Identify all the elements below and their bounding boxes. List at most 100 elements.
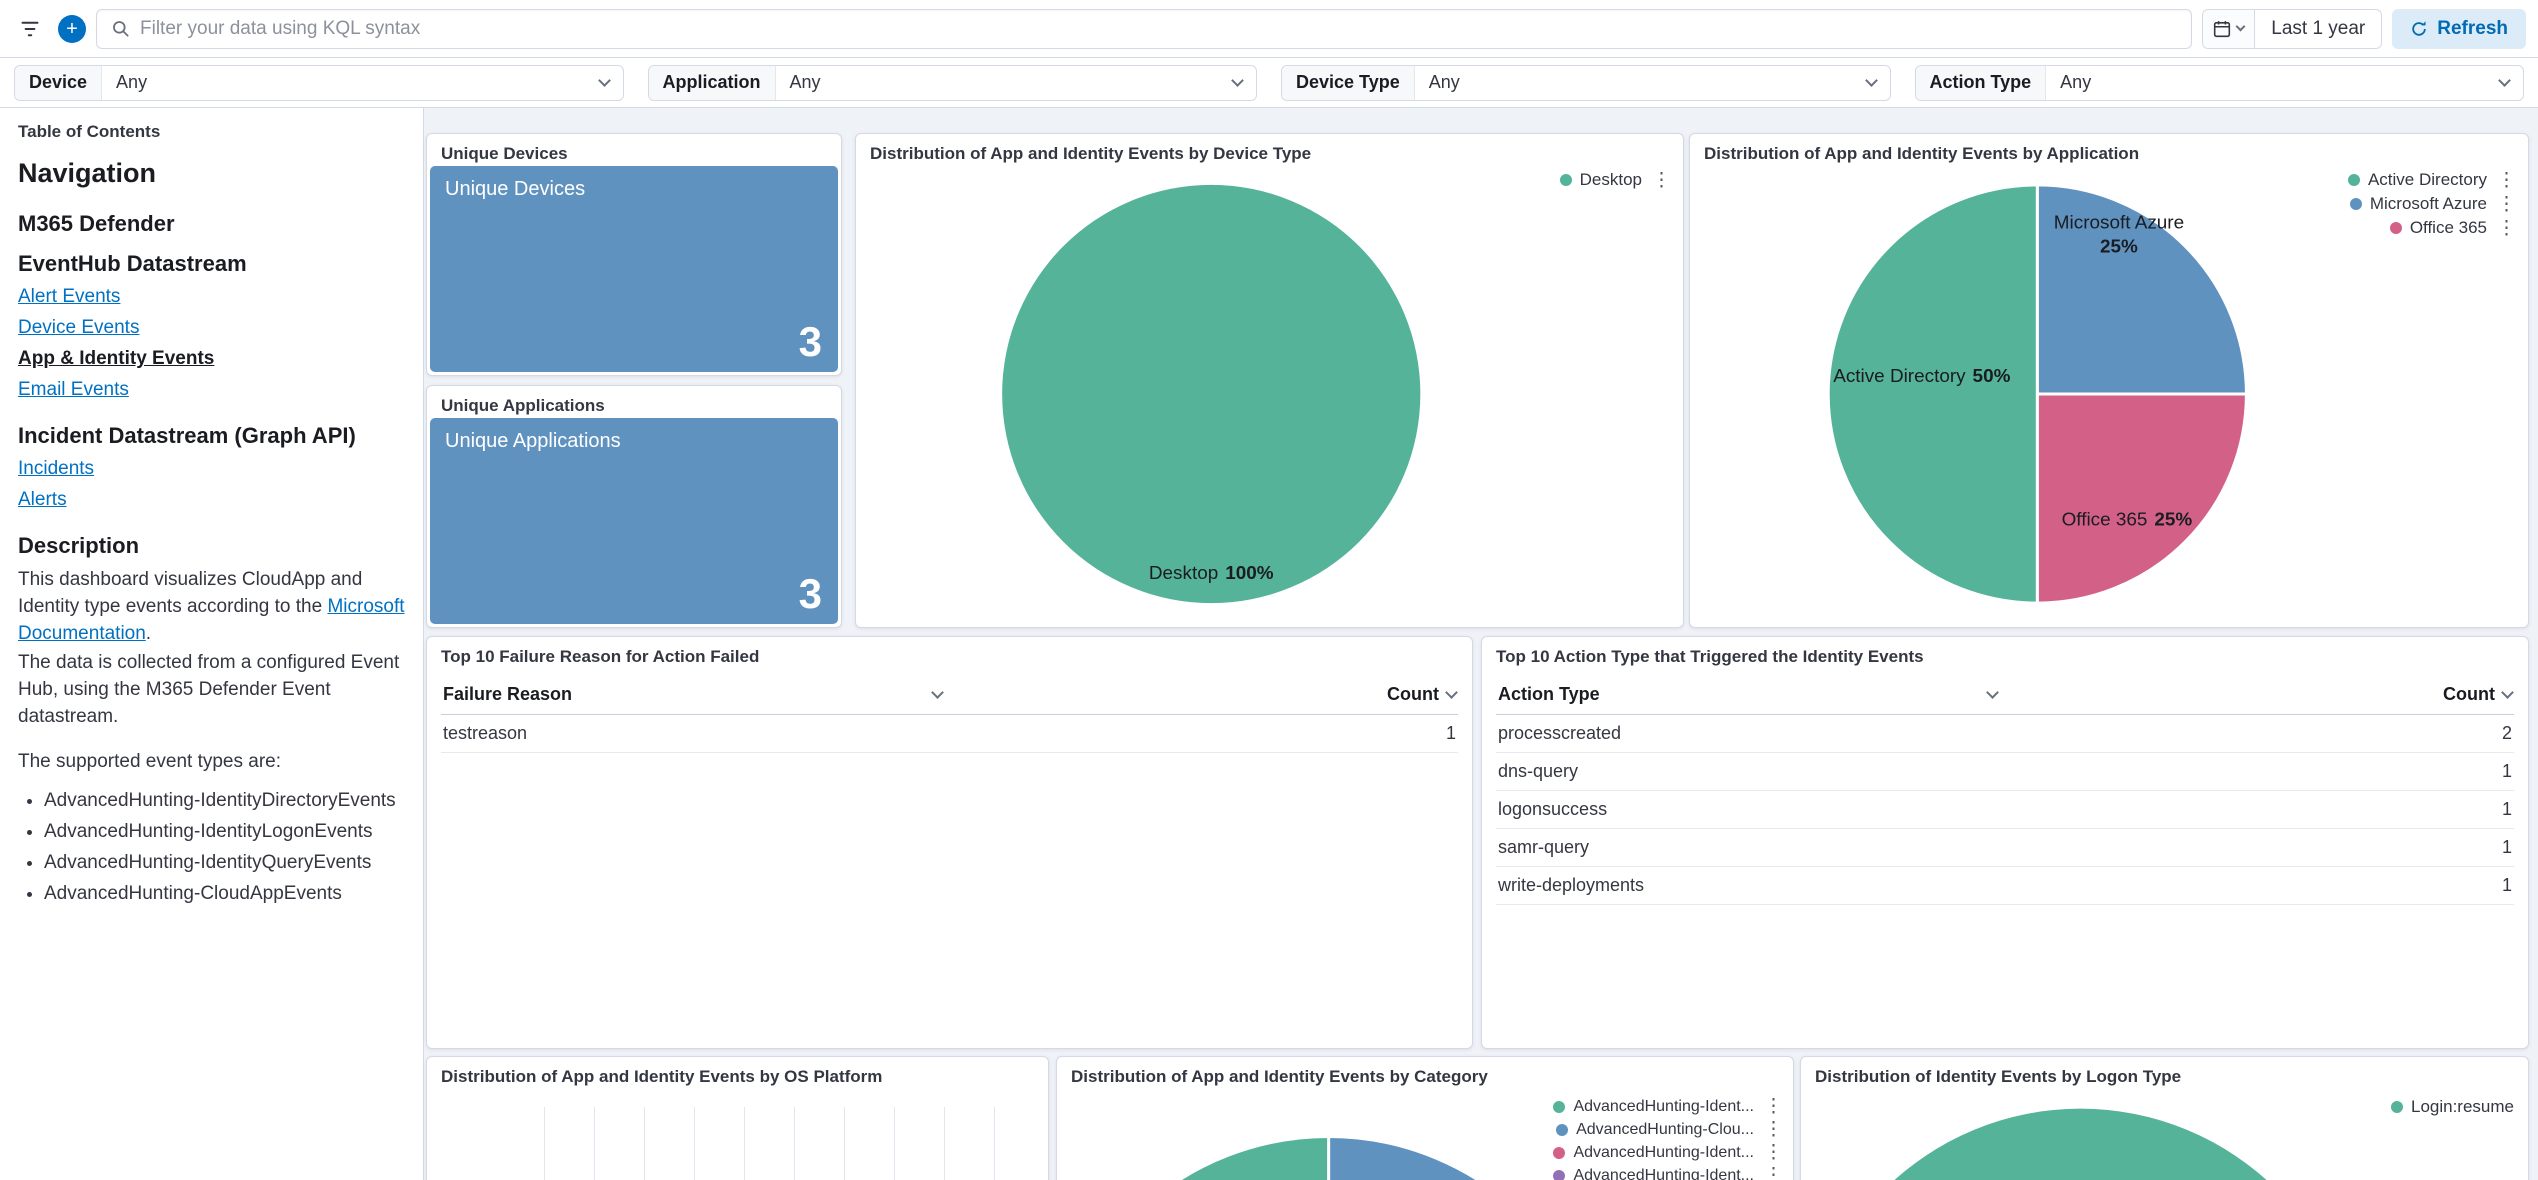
legend-color-dot xyxy=(2391,1101,2403,1113)
date-quick-select-button[interactable] xyxy=(2203,10,2255,48)
list-item: AdvancedHunting-CloudAppEvents xyxy=(44,883,405,905)
pie-label-active-directory: Active Directory50% xyxy=(1833,366,2010,387)
metric-label: Unique Applications xyxy=(445,430,621,453)
pie-slice-active-directory[interactable] xyxy=(1828,185,2037,603)
refresh-label: Refresh xyxy=(2437,18,2508,40)
refresh-button[interactable]: Refresh xyxy=(2392,9,2526,49)
control-action-type: Action Type Any xyxy=(1915,65,2525,101)
control-device-type-select[interactable]: Any xyxy=(1415,66,1890,100)
cell-action-type: logonsuccess xyxy=(1498,799,1607,820)
panel-title: Unique Devices xyxy=(427,134,841,168)
legend-item-login-resume[interactable]: Login:resume xyxy=(2391,1097,2514,1117)
control-device-type: Device Type Any xyxy=(1281,65,1891,101)
chevron-down-icon xyxy=(1231,74,1244,87)
legend-color-dot xyxy=(1553,1101,1565,1113)
eventhub-links: Alert Events Device Events App & Identit… xyxy=(18,286,405,401)
description-paragraph-3: The supported event types are: xyxy=(18,749,405,776)
add-filter-button[interactable]: + xyxy=(58,15,86,43)
device-type-pie-chart: Desktop100% xyxy=(856,164,1683,627)
control-application-select[interactable]: Any xyxy=(776,66,1257,100)
legend-label: Desktop xyxy=(1580,170,1642,190)
legend-label: AdvancedHunting-Ident... xyxy=(1573,1144,1754,1162)
time-range-label[interactable]: Last 1 year xyxy=(2255,18,2381,40)
logon-type-pie-panel: Distribution of Identity Events by Logon… xyxy=(1800,1056,2529,1180)
kebab-menu-icon[interactable]: ⋮ xyxy=(2495,195,2518,214)
description-paragraph-1: This dashboard visualizes CloudApp and I… xyxy=(18,567,405,648)
legend: AdvancedHunting-Ident... ⋮ AdvancedHunti… xyxy=(1553,1097,1785,1180)
metric-label: Unique Devices xyxy=(445,178,585,201)
chevron-down-icon xyxy=(1986,686,1999,699)
cell-count: 1 xyxy=(2502,837,2512,858)
legend-color-dot xyxy=(1553,1170,1565,1180)
legend-item[interactable]: AdvancedHunting-Clou... ⋮ xyxy=(1556,1120,1785,1139)
table-header: Failure Reason Count xyxy=(441,679,1458,715)
search-input[interactable] xyxy=(140,18,2177,40)
control-device-select[interactable]: Any xyxy=(102,66,622,100)
pie-label-azure-pct: 25% xyxy=(2100,237,2138,258)
panel-title: Table of Contents xyxy=(18,122,405,142)
column-header-action-type[interactable]: Action Type xyxy=(1498,684,2005,705)
control-action-type-select[interactable]: Any xyxy=(2046,66,2523,100)
cell-count: 1 xyxy=(2502,875,2512,896)
control-device: Device Any xyxy=(14,65,624,101)
filter-menu-button[interactable] xyxy=(12,11,48,47)
table-row: processcreated 2 xyxy=(1496,715,2514,753)
toc-link-incidents[interactable]: Incidents xyxy=(18,458,405,480)
chevron-down-icon xyxy=(931,686,944,699)
control-action-type-label: Action Type xyxy=(1916,66,2047,100)
kebab-menu-icon[interactable]: ⋮ xyxy=(2495,171,2518,190)
kebab-menu-icon[interactable]: ⋮ xyxy=(1762,1097,1785,1116)
pie-label-office-365: Office 36525% xyxy=(2062,509,2193,530)
cell-count: 2 xyxy=(2502,723,2512,744)
cell-count: 1 xyxy=(1446,723,1456,744)
toc-link-device-events[interactable]: Device Events xyxy=(18,317,405,339)
pie-slice-desktop[interactable] xyxy=(1002,185,1420,603)
legend-item[interactable]: AdvancedHunting-Ident... ⋮ xyxy=(1553,1143,1785,1162)
os-platform-bar-chart xyxy=(544,1107,1024,1180)
kebab-menu-icon[interactable]: ⋮ xyxy=(1762,1120,1785,1139)
cell-failure-reason: testreason xyxy=(443,723,527,744)
control-device-label: Device xyxy=(15,66,102,100)
panel-title: Distribution of App and Identity Events … xyxy=(856,134,1683,168)
legend-label: Microsoft Azure xyxy=(2370,194,2487,214)
cell-action-type: dns-query xyxy=(1498,761,1578,782)
control-device-type-label: Device Type xyxy=(1282,66,1415,100)
legend-item[interactable]: AdvancedHunting-Ident... ⋮ xyxy=(1553,1166,1785,1180)
cell-action-type: write-deployments xyxy=(1498,875,1644,896)
toc-link-email-events[interactable]: Email Events xyxy=(18,379,405,401)
table-of-contents-panel: Table of Contents Navigation M365 Defend… xyxy=(0,108,424,1180)
column-header-count[interactable]: Count xyxy=(1387,684,1456,705)
legend-item-active-directory[interactable]: Active Directory ⋮ xyxy=(2348,170,2518,190)
pie-slice-login-resume[interactable] xyxy=(1802,1109,2359,1180)
pie-slice-office-365[interactable] xyxy=(2037,394,2246,603)
toc-link-alerts[interactable]: Alerts xyxy=(18,489,405,511)
legend-label: AdvancedHunting-Ident... xyxy=(1573,1167,1754,1180)
metric-value: 3 xyxy=(799,318,822,366)
table-row: testreason 1 xyxy=(441,715,1458,753)
unique-devices-panel: Unique Devices Unique Devices 3 xyxy=(426,133,842,376)
table-row: samr-query 1 xyxy=(1496,829,2514,867)
legend-item-microsoft-azure[interactable]: Microsoft Azure ⋮ xyxy=(2350,194,2518,214)
toc-section-description: Description xyxy=(18,533,405,559)
column-header-failure-reason[interactable]: Failure Reason xyxy=(443,684,950,705)
kebab-menu-icon[interactable]: ⋮ xyxy=(1762,1143,1785,1162)
toc-link-alert-events[interactable]: Alert Events xyxy=(18,286,405,308)
column-header-count[interactable]: Count xyxy=(2443,684,2512,705)
toc-link-app-identity-events[interactable]: App & Identity Events xyxy=(18,348,405,370)
metric-value: 3 xyxy=(799,570,822,618)
legend: Login:resume xyxy=(2391,1097,2514,1117)
kebab-menu-icon[interactable]: ⋮ xyxy=(1650,171,1673,190)
legend-item[interactable]: AdvancedHunting-Ident... ⋮ xyxy=(1553,1097,1785,1116)
kebab-menu-icon[interactable]: ⋮ xyxy=(1762,1166,1785,1180)
table-header: Action Type Count xyxy=(1496,679,2514,715)
query-toolbar: + Last 1 year Refresh xyxy=(0,0,2538,58)
legend-color-dot xyxy=(2348,174,2360,186)
legend-item-office-365[interactable]: Office 365 ⋮ xyxy=(2390,218,2518,238)
table-row: logonsuccess 1 xyxy=(1496,791,2514,829)
panel-title: Unique Applications xyxy=(427,386,841,420)
chevron-down-icon xyxy=(2498,74,2511,87)
legend: Desktop ⋮ xyxy=(1560,170,1673,190)
legend-item-desktop[interactable]: Desktop ⋮ xyxy=(1560,170,1673,190)
action-type-table: Action Type Count processcreated 2 dns-q… xyxy=(1496,679,2514,905)
kebab-menu-icon[interactable]: ⋮ xyxy=(2495,219,2518,238)
